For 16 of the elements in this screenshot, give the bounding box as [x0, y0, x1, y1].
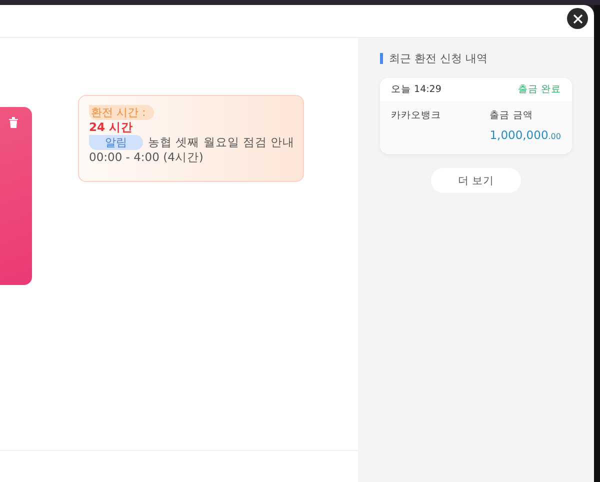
- notice-title: 농협 셋째 월요일 점검 안내: [148, 135, 295, 150]
- title-accent-bar: [380, 52, 383, 64]
- close-icon: [572, 14, 582, 24]
- notice-tag: 알림: [89, 135, 143, 150]
- bank-name: 카카오뱅크: [391, 109, 441, 123]
- maintenance-time: 00:00 - 4:00 (4시간): [89, 150, 204, 165]
- close-button[interactable]: [567, 8, 588, 29]
- request-time: 오늘 14:29: [391, 83, 442, 96]
- exchange-hours: 24 시간: [89, 120, 134, 135]
- request-status: 출금 완료: [518, 83, 561, 96]
- trash-icon[interactable]: [9, 117, 18, 128]
- amount-value: 1,000,000.00: [490, 128, 561, 142]
- more-button[interactable]: 더 보기: [431, 168, 521, 193]
- amount-label: 출금 금액: [490, 109, 533, 122]
- exchange-time-label: 환전 시간 :: [89, 105, 154, 120]
- history-title: 최근 환전 신청 내역: [389, 50, 488, 66]
